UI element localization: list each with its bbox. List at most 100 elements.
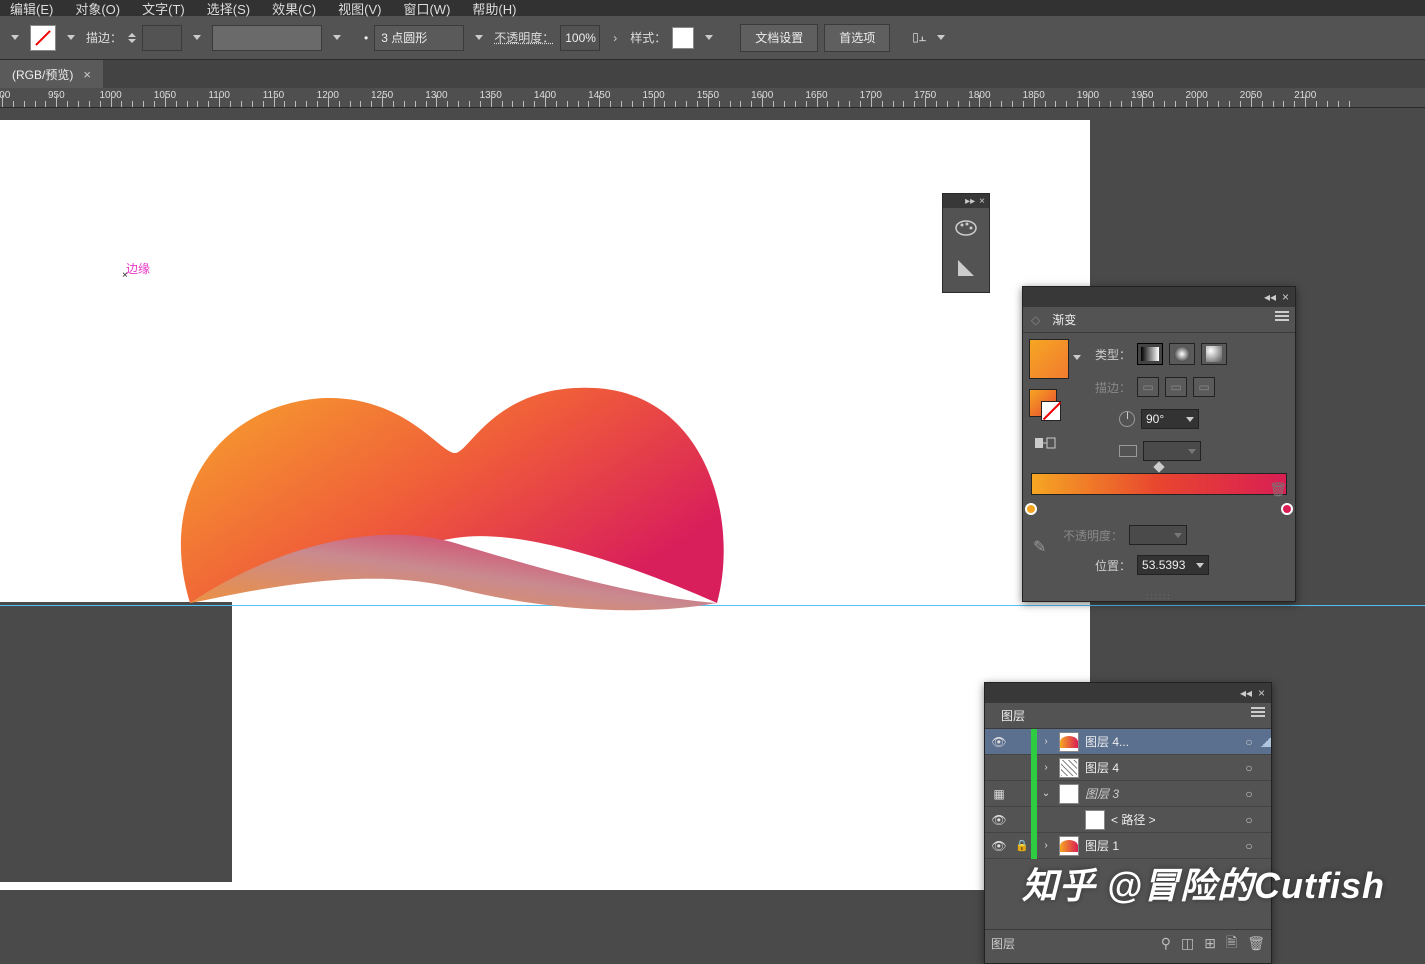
collapsed-panel-expand-icon[interactable]: ▸▸ bbox=[965, 196, 975, 207]
stroke-swatch-none[interactable] bbox=[30, 25, 56, 51]
layer-expand-toggle[interactable]: › bbox=[1037, 840, 1055, 851]
stroke-weight-dropdown[interactable] bbox=[188, 23, 206, 53]
gradient-slider[interactable] bbox=[1031, 473, 1287, 523]
gradient-aspect-input bbox=[1143, 441, 1201, 461]
gradient-type-linear-button[interactable] bbox=[1137, 343, 1163, 365]
stop-position-input[interactable]: 53.5393 bbox=[1137, 555, 1209, 575]
layer-name-label[interactable]: < 路径 > bbox=[1109, 811, 1237, 828]
gradient-swatch-dropdown[interactable] bbox=[1073, 355, 1081, 360]
stroke-weight-input[interactable] bbox=[142, 25, 182, 51]
gradient-stop-right[interactable] bbox=[1281, 503, 1293, 515]
stroke-swatch-dropdown[interactable] bbox=[62, 23, 80, 53]
panel-resize-grip[interactable]: :::::: bbox=[1146, 592, 1171, 601]
document-tab-close-icon[interactable]: × bbox=[83, 67, 91, 82]
layer-target-icon[interactable]: ○ bbox=[1237, 839, 1261, 853]
layer-row[interactable]: 👁 < 路径 >○ bbox=[985, 807, 1271, 833]
new-layer-icon[interactable]: 🗎 bbox=[1226, 932, 1237, 956]
gradient-ramp[interactable] bbox=[1031, 473, 1287, 495]
document-setup-button[interactable]: 文档设置 bbox=[740, 24, 818, 52]
gradient-panel-collapse-icon[interactable]: ◂◂ bbox=[1264, 290, 1276, 304]
layer-visibility-toggle[interactable]: 👁 bbox=[985, 813, 1013, 827]
make-clipping-mask-icon[interactable]: ◫ bbox=[1181, 935, 1194, 952]
layer-name-label[interactable]: 图层 4... bbox=[1083, 733, 1237, 750]
canvas-area[interactable]: 边缘 × ▸▸ × bbox=[0, 108, 1425, 951]
layer-target-icon[interactable]: ○ bbox=[1237, 813, 1261, 827]
layers-panel-menu-icon[interactable] bbox=[1251, 707, 1265, 717]
locate-object-icon[interactable]: ⚲ bbox=[1161, 935, 1171, 952]
menu-view[interactable]: 视图(V) bbox=[338, 0, 381, 18]
gradient-active-stroke-none[interactable] bbox=[1041, 401, 1061, 421]
layer-visibility-toggle[interactable]: ▦ bbox=[985, 787, 1013, 801]
variable-width-dropdown[interactable] bbox=[328, 23, 346, 53]
opacity-input[interactable]: 100% bbox=[560, 25, 600, 51]
layer-name-label[interactable]: 图层 3 bbox=[1083, 785, 1237, 802]
stroke-weight-spinner[interactable] bbox=[128, 33, 136, 43]
color-panel-icon[interactable] bbox=[943, 208, 989, 248]
layer-target-icon[interactable]: ○ bbox=[1237, 761, 1261, 775]
menu-window[interactable]: 窗口(W) bbox=[403, 0, 450, 18]
color-guide-panel-icon[interactable] bbox=[943, 248, 989, 288]
menu-object[interactable]: 对象(O) bbox=[75, 0, 120, 18]
layer-row[interactable]: › 图层 4○ bbox=[985, 755, 1271, 781]
watermark-text: 知乎 @冒险的Cutfish bbox=[1022, 857, 1385, 909]
document-tab[interactable]: (RGB/预览) × bbox=[0, 60, 103, 88]
reverse-gradient-icon[interactable] bbox=[1033, 431, 1057, 455]
brush-dropdown[interactable] bbox=[470, 23, 488, 53]
gradient-type-freeform-button[interactable] bbox=[1201, 343, 1227, 365]
layer-expand-toggle[interactable]: › bbox=[1037, 762, 1055, 773]
gradient-panel-close-icon[interactable]: × bbox=[1282, 290, 1289, 304]
layer-row[interactable]: 👁🔒 › 图层 1○ bbox=[985, 833, 1271, 859]
layers-panel-collapse-icon[interactable]: ◂◂ bbox=[1240, 686, 1252, 700]
gradient-midpoint-handle[interactable] bbox=[1153, 461, 1164, 472]
layer-visibility-toggle[interactable]: 👁 bbox=[985, 735, 1013, 749]
gradient-fill-swatch[interactable] bbox=[1029, 339, 1069, 379]
menu-select[interactable]: 选择(S) bbox=[207, 0, 250, 18]
layer-expand-toggle[interactable]: ⌄ bbox=[1037, 788, 1055, 799]
gradient-angle-input[interactable]: 90° bbox=[1141, 409, 1199, 429]
artwork-shape[interactable] bbox=[165, 288, 735, 618]
menu-edit[interactable]: 编辑(E) bbox=[10, 0, 53, 18]
opacity-label[interactable]: 不透明度： bbox=[494, 29, 554, 46]
graphic-style-dropdown[interactable] bbox=[700, 23, 718, 53]
layer-name-label[interactable]: 图层 1 bbox=[1083, 837, 1237, 854]
menu-type[interactable]: 文字(T) bbox=[142, 0, 185, 18]
layer-thumbnail[interactable] bbox=[1059, 836, 1079, 856]
new-sublayer-icon[interactable]: ⊞ bbox=[1204, 935, 1216, 952]
layer-visibility-toggle[interactable]: 👁 bbox=[985, 839, 1013, 853]
layers-tab[interactable]: 图层 bbox=[993, 703, 1033, 728]
fill-dropdown[interactable] bbox=[6, 23, 24, 53]
opacity-dropdown[interactable]: › bbox=[606, 23, 624, 53]
menu-help[interactable]: 帮助(H) bbox=[472, 0, 516, 18]
layer-expand-toggle[interactable]: › bbox=[1037, 736, 1055, 747]
layer-thumbnail[interactable] bbox=[1059, 732, 1079, 752]
variable-width-profile[interactable] bbox=[212, 25, 322, 51]
layer-thumbnail[interactable] bbox=[1085, 810, 1105, 830]
layer-target-icon[interactable]: ○ bbox=[1237, 787, 1261, 801]
layers-panel: ◂◂ × 图层 👁›图层 4...○›图层 4○▦⌄图层 3○👁< 路径 >○👁… bbox=[984, 682, 1272, 964]
layers-panel-close-icon[interactable]: × bbox=[1258, 686, 1265, 700]
gradient-panel-menu-icon[interactable] bbox=[1275, 311, 1289, 321]
preferences-button[interactable]: 首选项 bbox=[824, 24, 890, 52]
align-dropdown[interactable] bbox=[932, 23, 950, 53]
layer-lock-toggle[interactable]: 🔒 bbox=[1013, 839, 1031, 852]
gradient-stop-left[interactable] bbox=[1025, 503, 1037, 515]
layer-target-icon[interactable]: ○ bbox=[1237, 735, 1261, 749]
menu-effect[interactable]: 效果(C) bbox=[272, 0, 316, 18]
brush-select[interactable]: 3 点圆形 bbox=[374, 25, 464, 51]
layers-panel-footer: 图层 ⚲ ◫ ⊞ 🗎 🗑 bbox=[985, 929, 1271, 957]
layer-thumbnail[interactable] bbox=[1059, 784, 1079, 804]
collapsed-panel-close-icon[interactable]: × bbox=[979, 196, 985, 207]
graphic-style-swatch[interactable] bbox=[672, 27, 694, 49]
align-icon[interactable]: ▯⫠ bbox=[912, 30, 926, 45]
layer-row[interactable]: 👁 › 图层 4...○ bbox=[985, 729, 1271, 755]
layer-row[interactable]: ▦ ⌄ 图层 3○ bbox=[985, 781, 1271, 807]
smart-guide-label: 边缘 bbox=[126, 260, 150, 277]
layer-name-label[interactable]: 图层 4 bbox=[1083, 759, 1237, 776]
layer-thumbnail[interactable] bbox=[1059, 758, 1079, 778]
eyedropper-icon[interactable]: ✎ bbox=[1033, 537, 1046, 557]
gradient-tab[interactable]: 渐变 bbox=[1044, 307, 1084, 332]
gradient-type-radial-button[interactable] bbox=[1169, 343, 1195, 365]
delete-layer-icon[interactable]: 🗑 bbox=[1247, 935, 1265, 952]
stroke-gradient-within-button: ▭ bbox=[1137, 377, 1159, 397]
horizontal-ruler[interactable]: 9009501000105011001150120012501300135014… bbox=[0, 88, 1425, 108]
